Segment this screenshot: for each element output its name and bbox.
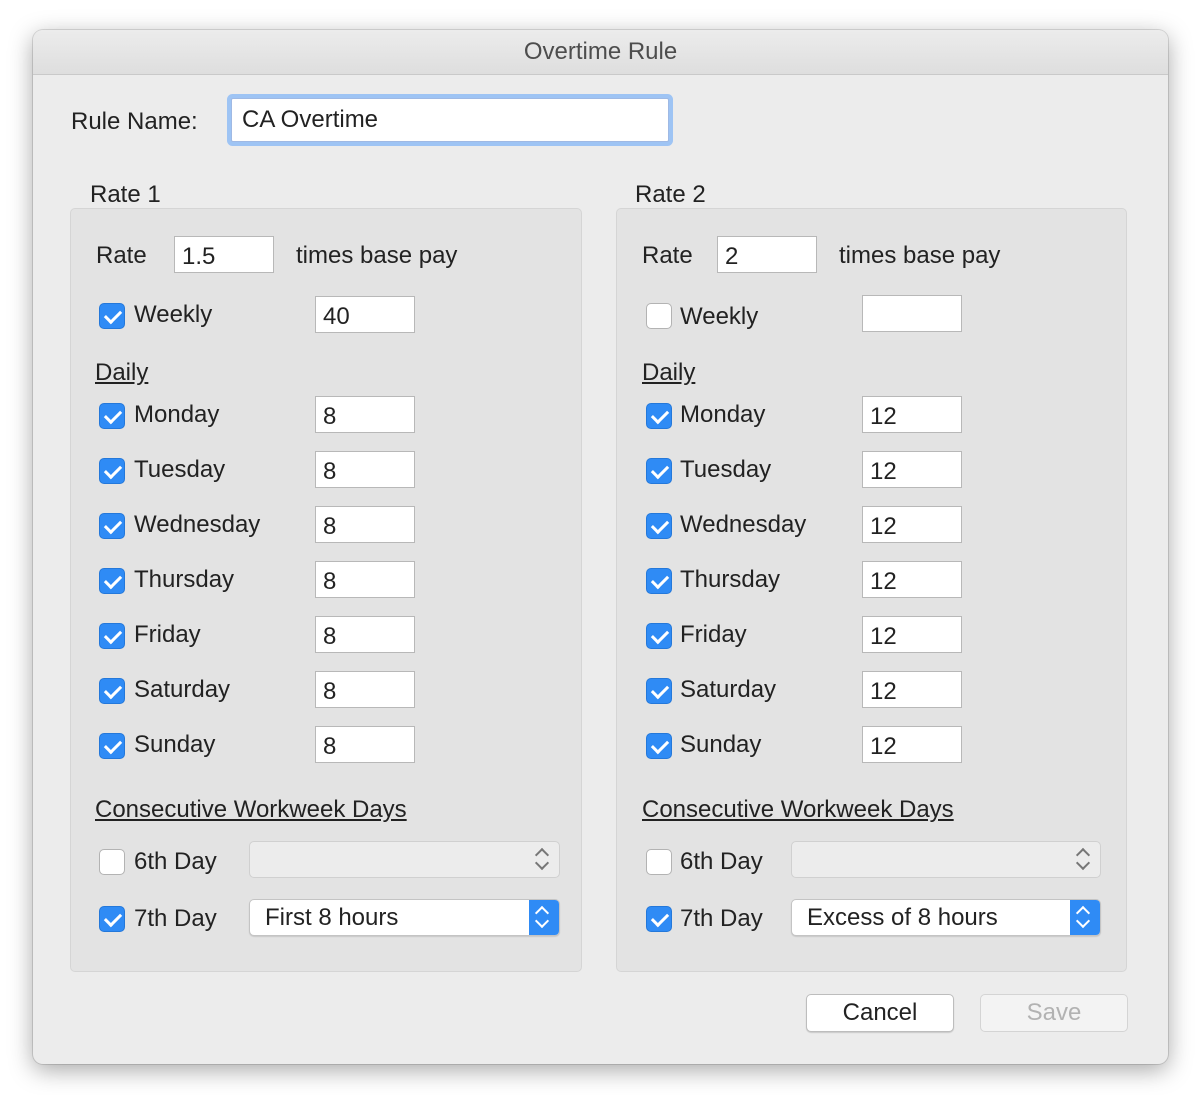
rate2-tuesday-label: Tuesday [680, 456, 772, 483]
rate1-7th-day-value: First 8 hours [265, 904, 399, 931]
rate2-7th-day-checkbox[interactable] [646, 906, 672, 932]
rate2-friday-label: Friday [680, 621, 747, 648]
rate1-sunday-checkbox[interactable] [99, 733, 125, 759]
rule-name-label: Rule Name: [71, 108, 198, 135]
rate1-saturday-checkbox[interactable] [99, 678, 125, 704]
rate1-weekly-label: Weekly [134, 301, 213, 328]
rate1-saturday-input[interactable]: 8 [315, 671, 415, 708]
rate1-friday-checkbox[interactable] [99, 623, 125, 649]
rate2-weekly-checkbox[interactable] [646, 303, 672, 329]
rate2-weekly-label: Weekly [680, 303, 759, 330]
rate2-consecutive-heading: Consecutive Workweek Days [642, 796, 954, 823]
up-down-chevron-icon [529, 842, 559, 877]
rate1-7th-day-popup[interactable]: First 8 hours [249, 899, 560, 936]
rate2-monday-input[interactable]: 12 [862, 396, 962, 433]
rate2-6th-day-checkbox[interactable] [646, 849, 672, 875]
rate2-6th-day-popup[interactable] [791, 841, 1101, 878]
rate1-thursday-input[interactable]: 8 [315, 561, 415, 598]
rate2-sunday-label: Sunday [680, 731, 762, 758]
rate2-7th-day-label: 7th Day [680, 905, 763, 932]
rate1-7th-day-checkbox[interactable] [99, 906, 125, 932]
rate1-tuesday-checkbox[interactable] [99, 458, 125, 484]
rule-name-input[interactable]: CA Overtime [231, 98, 669, 142]
rate1-friday-input[interactable]: 8 [315, 616, 415, 653]
rate1-wednesday-checkbox[interactable] [99, 513, 125, 539]
rate2-sunday-checkbox[interactable] [646, 733, 672, 759]
rate2-tuesday-input[interactable]: 12 [862, 451, 962, 488]
rate1-sunday-input[interactable]: 8 [315, 726, 415, 763]
up-down-chevron-icon [529, 900, 559, 935]
rate1-weekly-input[interactable]: 40 [315, 296, 415, 333]
rate2-thursday-label: Thursday [680, 566, 781, 593]
rate2-saturday-input[interactable]: 12 [862, 671, 962, 708]
rate2-friday-input[interactable]: 12 [862, 616, 962, 653]
up-down-chevron-icon [1070, 842, 1100, 877]
rate2-wednesday-checkbox[interactable] [646, 513, 672, 539]
save-button[interactable]: Save [980, 994, 1128, 1032]
rate2-group-label: Rate 2 [635, 181, 706, 208]
rate2-sunday-input[interactable]: 12 [862, 726, 962, 763]
rate1-rate-input[interactable]: 1.5 [174, 236, 274, 273]
rate2-monday-label: Monday [680, 401, 766, 428]
overtime-rule-dialog: Overtime Rule Rule Name: CA Overtime Rat… [33, 30, 1168, 1064]
rate2-thursday-input[interactable]: 12 [862, 561, 962, 598]
rate1-daily-heading: Daily [95, 359, 149, 386]
rate2-rate-label: Rate [642, 242, 693, 269]
rate2-rate-input[interactable]: 2 [717, 236, 817, 273]
rate1-tuesday-input[interactable]: 8 [315, 451, 415, 488]
rate1-monday-label: Monday [134, 401, 220, 428]
rate1-monday-input[interactable]: 8 [315, 396, 415, 433]
rate1-wednesday-label: Wednesday [134, 511, 261, 538]
rate2-tuesday-checkbox[interactable] [646, 458, 672, 484]
rate1-6th-day-checkbox[interactable] [99, 849, 125, 875]
up-down-chevron-icon [1070, 900, 1100, 935]
rate1-weekly-checkbox[interactable] [99, 303, 125, 329]
rate1-monday-checkbox[interactable] [99, 403, 125, 429]
rate1-group-label: Rate 1 [90, 181, 161, 208]
window-title: Overtime Rule [33, 30, 1168, 75]
rate2-friday-checkbox[interactable] [646, 623, 672, 649]
rate1-friday-label: Friday [134, 621, 201, 648]
rate2-saturday-checkbox[interactable] [646, 678, 672, 704]
rate2-thursday-checkbox[interactable] [646, 568, 672, 594]
rate1-thursday-label: Thursday [134, 566, 235, 593]
rate1-6th-day-label: 6th Day [134, 848, 217, 875]
rate1-rate-suffix: times base pay [296, 242, 458, 269]
rate2-monday-checkbox[interactable] [646, 403, 672, 429]
rate1-saturday-label: Saturday [134, 676, 231, 703]
rate1-consecutive-heading: Consecutive Workweek Days [95, 796, 407, 823]
rate2-6th-day-label: 6th Day [680, 848, 763, 875]
rate1-sunday-label: Sunday [134, 731, 216, 758]
rate1-6th-day-popup[interactable] [249, 841, 560, 878]
rate2-wednesday-input[interactable]: 12 [862, 506, 962, 543]
rate2-7th-day-popup[interactable]: Excess of 8 hours [791, 899, 1101, 936]
rate2-saturday-label: Saturday [680, 676, 777, 703]
rate1-tuesday-label: Tuesday [134, 456, 226, 483]
rate2-daily-heading: Daily [642, 359, 696, 386]
rate1-rate-label: Rate [96, 242, 147, 269]
rate1-thursday-checkbox[interactable] [99, 568, 125, 594]
rate2-rate-suffix: times base pay [839, 242, 1001, 269]
rate1-7th-day-label: 7th Day [134, 905, 217, 932]
rate2-weekly-input[interactable] [862, 295, 962, 332]
rate2-7th-day-value: Excess of 8 hours [807, 904, 998, 931]
cancel-button[interactable]: Cancel [806, 994, 954, 1032]
rate2-wednesday-label: Wednesday [680, 511, 807, 538]
rate1-wednesday-input[interactable]: 8 [315, 506, 415, 543]
